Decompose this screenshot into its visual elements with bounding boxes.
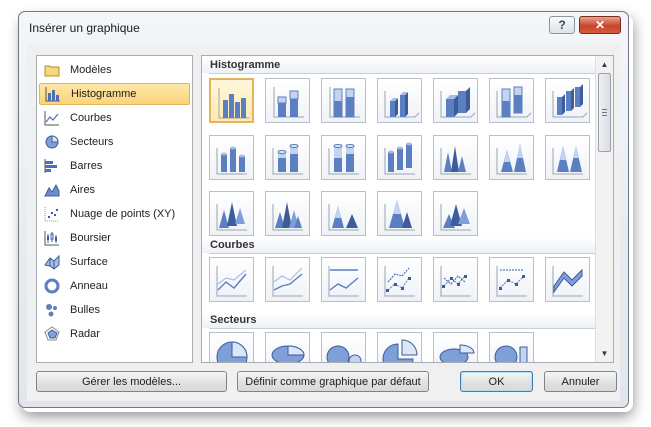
chart-type-line-with-markers[interactable]: [377, 257, 422, 302]
chart-gallery: Histogramme Courbes Secteurs ▲ ▼: [201, 55, 614, 363]
scroll-thumb[interactable]: [598, 73, 611, 152]
gallery-scrollbar[interactable]: ▲ ▼: [595, 56, 613, 362]
chart-category-list: Modèles Histogramme Courbes Secteurs Bar…: [36, 55, 193, 363]
scroll-up-arrow-icon[interactable]: ▲: [596, 57, 613, 72]
chart-type-stacked-line-with-markers[interactable]: [433, 257, 478, 302]
folder-icon: [44, 62, 60, 78]
chart-type-100-stacked-line-with-markers[interactable]: [489, 257, 534, 302]
category-label: Radar: [70, 328, 100, 340]
category-nuage-de-points[interactable]: Nuage de points (XY): [39, 203, 190, 225]
category-label: Courbes: [70, 112, 112, 124]
chart-type-100-stacked-column[interactable]: [321, 78, 366, 123]
chart-type-stacked-pyramid[interactable]: [321, 191, 366, 236]
category-label: Aires: [70, 184, 96, 196]
category-histogramme[interactable]: Histogramme: [39, 83, 190, 105]
bar-chart-icon: [44, 158, 60, 174]
line-chart-icon: [44, 110, 60, 126]
title-bar[interactable]: Insérer un graphique ? ✕: [19, 12, 628, 44]
chart-type-3d-cone[interactable]: [209, 191, 254, 236]
chart-type-stacked-cone[interactable]: [489, 135, 534, 180]
chart-type-clustered-pyramid[interactable]: [265, 191, 310, 236]
manage-templates-button[interactable]: Gérer les modèles...: [36, 371, 227, 392]
chart-type-3d-column[interactable]: [545, 78, 590, 123]
scroll-down-arrow-icon[interactable]: ▼: [596, 346, 613, 361]
chart-type-stacked-line[interactable]: [265, 257, 310, 302]
chart-type-clustered-cone[interactable]: [433, 135, 478, 180]
area-chart-icon: [44, 182, 60, 198]
chart-type-exploded-pie[interactable]: [377, 332, 422, 362]
chart-type-stacked-column[interactable]: [265, 78, 310, 123]
help-button[interactable]: ?: [549, 16, 575, 34]
chart-type-bar-of-pie[interactable]: [489, 332, 534, 362]
doughnut-chart-icon: [44, 278, 60, 294]
category-bulles[interactable]: Bulles: [39, 299, 190, 321]
category-courbes[interactable]: Courbes: [39, 107, 190, 129]
category-label: Nuage de points (XY): [70, 208, 176, 220]
category-label: Bulles: [70, 304, 100, 316]
dialog-body: Modèles Histogramme Courbes Secteurs Bar…: [27, 45, 620, 401]
chart-type-100-stacked-line[interactable]: [321, 257, 366, 302]
set-default-chart-button[interactable]: Définir comme graphique par défaut: [237, 371, 429, 392]
chart-type-3d-line[interactable]: [545, 257, 590, 302]
chart-type-3d-exploded-pie[interactable]: [433, 332, 478, 362]
surface-chart-icon: [44, 254, 60, 270]
chart-type-3d-pyramid[interactable]: [433, 191, 478, 236]
category-boursier[interactable]: Boursier: [39, 227, 190, 249]
category-label: Histogramme: [71, 88, 137, 100]
category-label: Surface: [70, 256, 108, 268]
chart-type-clustered-cylinder[interactable]: [209, 135, 254, 180]
close-button[interactable]: ✕: [579, 16, 621, 34]
chart-type-100-stacked-cone[interactable]: [545, 135, 590, 180]
category-surface[interactable]: Surface: [39, 251, 190, 273]
category-barres[interactable]: Barres: [39, 155, 190, 177]
close-icon: ✕: [594, 18, 606, 32]
category-label: Modèles: [70, 64, 112, 76]
category-label: Boursier: [70, 232, 111, 244]
pie-chart-icon: [44, 134, 60, 150]
category-radar[interactable]: Radar: [39, 323, 190, 345]
chart-type-100-stacked-cylinder[interactable]: [321, 135, 366, 180]
insert-chart-dialog: Insérer un graphique ? ✕ Modèles Histogr…: [18, 11, 629, 408]
category-label: Secteurs: [70, 136, 114, 148]
ok-button[interactable]: OK: [460, 371, 533, 392]
column-chart-icon: [45, 86, 61, 102]
category-anneau[interactable]: Anneau: [39, 275, 190, 297]
section-header-histogramme: Histogramme: [209, 59, 598, 74]
cancel-button[interactable]: Annuler: [544, 371, 617, 392]
chart-type-pie[interactable]: [209, 332, 254, 362]
chart-type-100-stacked-pyramid[interactable]: [377, 191, 422, 236]
category-aires[interactable]: Aires: [39, 179, 190, 201]
section-header-courbes: Courbes: [209, 239, 598, 254]
category-modeles[interactable]: Modèles: [39, 59, 190, 81]
chart-type-3d-stacked-column[interactable]: [433, 78, 478, 123]
category-label: Barres: [70, 160, 103, 172]
chart-type-clustered-column[interactable]: [209, 78, 254, 123]
window-title: Insérer un graphique: [29, 21, 140, 35]
radar-chart-icon: [44, 326, 60, 342]
chart-type-pie-of-pie[interactable]: [321, 332, 366, 362]
chart-type-line[interactable]: [209, 257, 254, 302]
chart-type-3d-pie[interactable]: [265, 332, 310, 362]
category-label: Anneau: [70, 280, 108, 292]
chart-type-stacked-cylinder[interactable]: [265, 135, 310, 180]
section-header-secteurs: Secteurs: [209, 314, 598, 329]
bubble-chart-icon: [44, 302, 60, 318]
chart-type-3d-clustered-column[interactable]: [377, 78, 422, 123]
stock-chart-icon: [44, 230, 60, 246]
scatter-chart-icon: [44, 206, 60, 222]
chart-type-3d-100-stacked-column[interactable]: [489, 78, 534, 123]
chart-type-3d-cylinder[interactable]: [377, 135, 422, 180]
category-secteurs[interactable]: Secteurs: [39, 131, 190, 153]
